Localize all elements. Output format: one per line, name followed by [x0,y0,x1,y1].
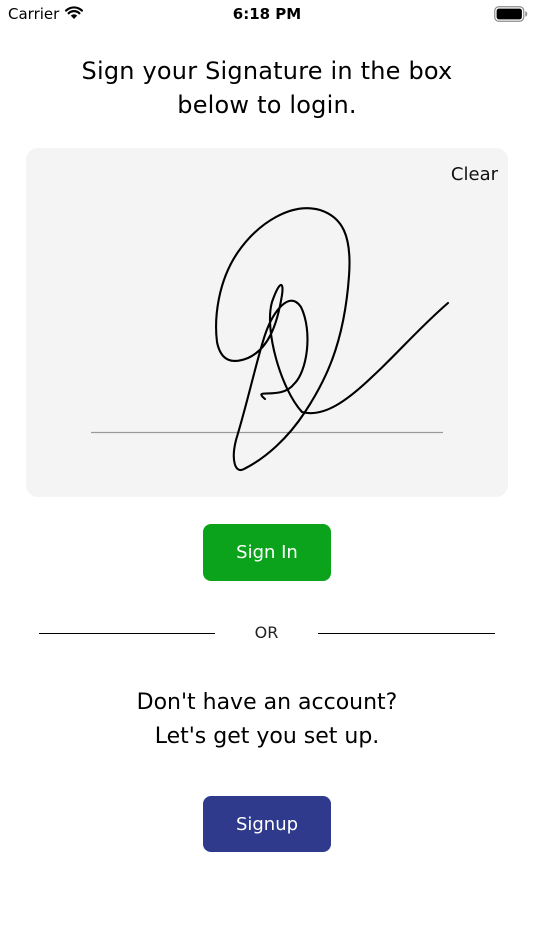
divider-left [39,633,215,634]
heading-line-1: Sign your Signature in the box [81,57,453,85]
sign-in-button[interactable]: Sign In [203,524,331,581]
signup-prompt-line-2: Let's get you set up. [154,724,380,749]
signature-stroke [215,207,450,472]
divider-right [318,633,495,634]
page-heading: Sign your Signature in the box below to … [40,54,494,122]
signup-button[interactable]: Signup [203,796,331,852]
status-bar: Carrier 6:18 PM [0,0,534,28]
signature-pad[interactable]: Clear [26,148,508,497]
battery-icon [494,6,528,22]
heading-line-2: below to login. [177,91,357,119]
or-divider-label: OR [254,623,279,642]
clock-time: 6:18 PM [232,5,302,23]
signature-drawing[interactable] [26,148,508,497]
clear-button[interactable]: Clear [451,164,498,186]
signup-prompt: Don't have an account? Let's get you set… [40,686,494,754]
signup-prompt-line-1: Don't have an account? [136,690,398,715]
